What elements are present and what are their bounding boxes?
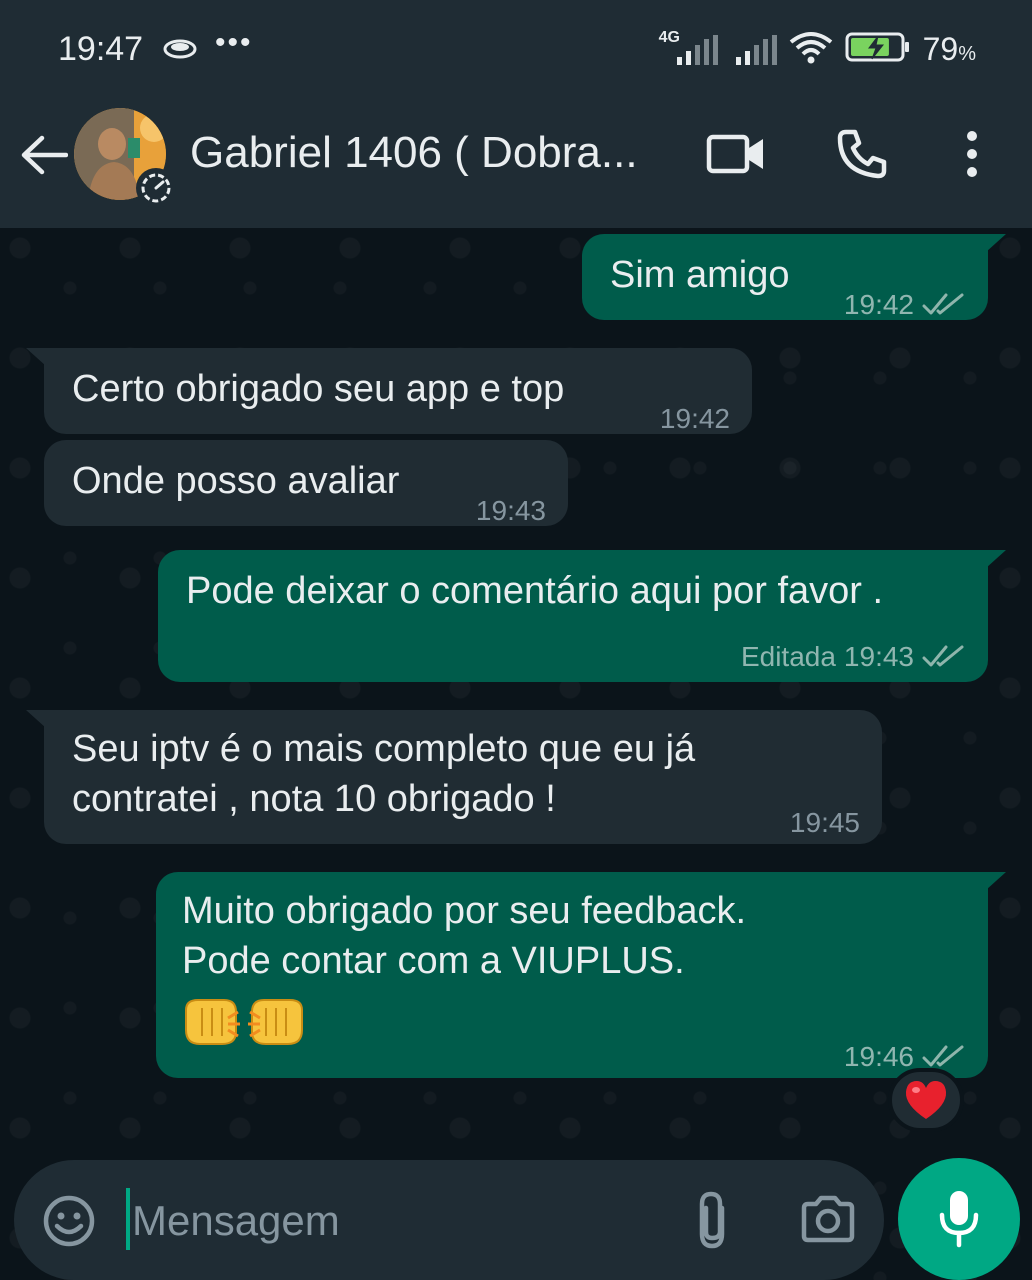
more-vertical-icon[interactable] (962, 130, 982, 183)
message-bubble-outgoing[interactable]: Pode deixar o comentário aqui por favor … (158, 550, 988, 682)
battery-charging-icon (845, 31, 911, 68)
fist-bump-emoji (180, 992, 308, 1050)
contact-name[interactable]: Gabriel 1406 ( Dobra... (190, 128, 660, 178)
double-check-icon (922, 645, 964, 667)
bubble-tail (26, 710, 46, 728)
message-text: Onde posso avaliar (72, 460, 400, 502)
signal-icon (735, 34, 777, 65)
message-meta: Editada 19:43 (741, 632, 964, 682)
message-bubble-outgoing[interactable]: Muito obrigado por seu feedback. Pode co… (156, 872, 988, 1078)
message-meta: 19:45 (790, 798, 860, 848)
message-time: 19:43 (475, 495, 546, 526)
phone-icon[interactable] (836, 128, 888, 185)
wifi-icon (789, 30, 833, 69)
message-text: Muito obrigado por seu feedback. Pode co… (182, 890, 747, 982)
bubble-tail (26, 348, 46, 366)
message-meta: 19:43 (476, 486, 546, 536)
message-time: 19:45 (789, 807, 860, 838)
chat-header: Gabriel 1406 ( Dobra... (0, 100, 1032, 228)
microphone-icon (939, 1191, 979, 1248)
attach-clip-icon[interactable] (694, 1190, 730, 1255)
message-time: 19:43 (843, 641, 914, 672)
message-text: Sim amigo (610, 254, 790, 296)
message-text: Seu iptv é o mais completo que eu já con… (72, 728, 696, 820)
signal-4g-icon: 4G (659, 29, 718, 65)
double-check-icon (922, 1045, 964, 1067)
message-text: Certo obrigado seu app e top (72, 368, 565, 410)
network-type: 4G (658, 28, 680, 46)
message-time: 19:42 (659, 403, 730, 434)
heart-icon (905, 1081, 947, 1119)
reaction-badge[interactable] (888, 1068, 964, 1132)
message-text: Pode deixar o comentário aqui por favor … (186, 570, 884, 612)
back-arrow-icon[interactable] (20, 134, 69, 181)
message-time: 19:42 (843, 289, 914, 320)
mic-button[interactable] (898, 1158, 1020, 1280)
eye-icon (163, 38, 197, 65)
bubble-tail (986, 550, 1006, 568)
message-bubble-outgoing[interactable]: Sim amigo 19:42 (582, 234, 988, 320)
message-bubble-incoming[interactable]: Seu iptv é o mais completo que eu já con… (44, 710, 882, 844)
bubble-tail (986, 872, 1006, 890)
battery-percent-unit: % (958, 43, 976, 65)
bubble-tail (986, 234, 1006, 252)
video-call-icon[interactable] (706, 132, 766, 181)
message-meta: 19:42 (660, 394, 730, 444)
chat-area[interactable]: Sim amigo 19:42 Certo obrigado seu app e… (0, 228, 1032, 1280)
text-caret (126, 1188, 130, 1250)
message-meta: 19:42 (844, 280, 964, 330)
camera-icon[interactable] (800, 1194, 856, 1249)
battery-percent: 79% (923, 31, 976, 68)
message-bubble-incoming[interactable]: Certo obrigado seu app e top 19:42 (44, 348, 752, 434)
status-ring-icon (136, 168, 176, 208)
status-bar: 19:47 ••• 4G 79% (0, 0, 1032, 100)
status-indicators: 4G 79% (659, 29, 976, 69)
message-input[interactable] (132, 1192, 652, 1250)
status-time: 19:47 (58, 30, 144, 68)
edited-label: Editada (740, 641, 836, 672)
message-bubble-incoming[interactable]: Onde posso avaliar 19:43 (44, 440, 568, 526)
battery-percent-value: 79 (922, 31, 959, 67)
emoji-icon[interactable] (42, 1194, 96, 1253)
double-check-icon (922, 293, 964, 315)
message-composer (14, 1160, 884, 1280)
notification-dots: ••• (215, 26, 253, 59)
